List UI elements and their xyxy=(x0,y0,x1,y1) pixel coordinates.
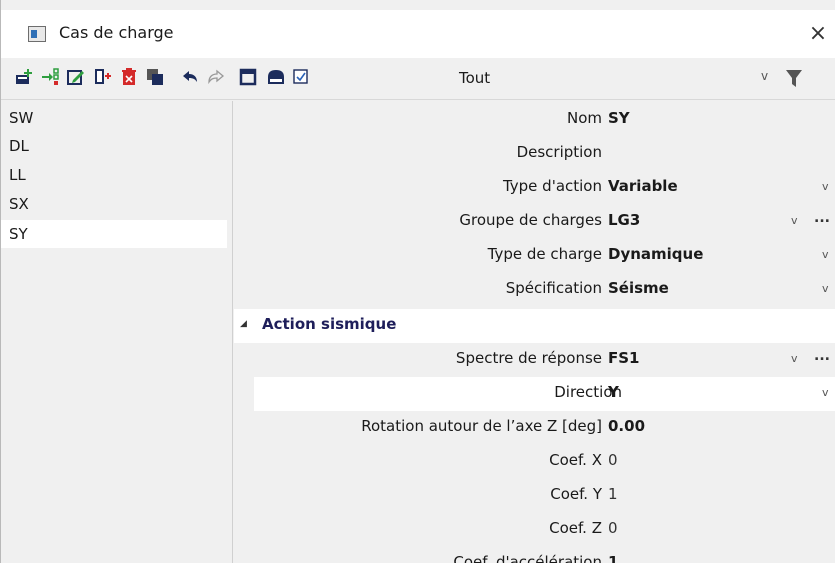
duplicate-icon[interactable] xyxy=(146,68,164,86)
nom-label: Nom xyxy=(566,109,602,127)
type-action-label: Type d'action xyxy=(502,177,602,195)
delete-icon[interactable] xyxy=(120,68,138,86)
load-case-item-ll[interactable]: LL xyxy=(1,161,227,189)
spectre-value[interactable]: FS1 xyxy=(608,349,640,367)
load-case-item-sy[interactable]: SY xyxy=(1,220,227,248)
property-row-coef-acceleration: Coef. d'accélération 1 xyxy=(234,547,835,563)
type-charge-value[interactable]: Dynamique xyxy=(608,245,703,263)
spectre-label: Spectre de réponse xyxy=(455,349,602,367)
type-charge-label: Type de charge xyxy=(487,245,602,263)
rotation-label: Rotation autour de l’axe Z [deg] xyxy=(361,417,602,435)
title-bar: Cas de charge × xyxy=(1,10,835,58)
property-row-type-charge: Type de charge Dynamique v xyxy=(234,239,835,273)
edit-icon[interactable] xyxy=(67,68,85,86)
coef-y-label: Coef. Y xyxy=(550,485,602,503)
direction-value[interactable]: Y xyxy=(608,383,619,401)
specification-label: Spécification xyxy=(505,279,602,297)
coef-z-value[interactable]: 0 xyxy=(608,519,618,537)
property-row-coef-z: Coef. Z 0 xyxy=(234,513,835,547)
chevron-down-icon[interactable]: v xyxy=(822,386,829,399)
close-button[interactable]: × xyxy=(800,16,835,52)
toolbar: Tout v xyxy=(1,58,835,100)
load-case-item-dl[interactable]: DL xyxy=(1,132,227,160)
type-action-value[interactable]: Variable xyxy=(608,177,678,195)
filter-icon[interactable] xyxy=(786,70,802,87)
chevron-down-icon[interactable]: v xyxy=(822,248,829,261)
copy-to-icon[interactable] xyxy=(94,68,112,86)
groupe-label: Groupe de charges xyxy=(459,211,602,229)
groupe-value[interactable]: LG3 xyxy=(608,211,640,229)
save-icon[interactable] xyxy=(267,68,285,86)
rotation-value[interactable]: 0.00 xyxy=(608,417,645,435)
coef-acceleration-value[interactable]: 1 xyxy=(608,553,618,563)
ellipsis-button[interactable]: ... xyxy=(814,210,830,226)
undo-icon[interactable] xyxy=(181,68,199,86)
window-title: Cas de charge xyxy=(59,23,174,42)
property-row-type-action: Type d'action Variable v xyxy=(234,171,835,205)
chevron-down-icon[interactable]: v xyxy=(791,352,798,365)
table-icon[interactable] xyxy=(239,68,257,86)
section-title: Action sismique xyxy=(262,315,397,333)
coef-x-value[interactable]: 0 xyxy=(608,451,618,469)
property-row-groupe: Groupe de charges LG3 v ... xyxy=(234,205,835,239)
window-app-icon xyxy=(28,26,46,42)
chevron-down-icon[interactable]: v xyxy=(761,69,768,83)
chevron-down-icon[interactable]: v xyxy=(822,180,829,193)
new-load-case-icon[interactable] xyxy=(15,68,33,86)
property-grid: Nom SY Description Type d'action Variabl… xyxy=(234,101,835,563)
checkbox-icon[interactable] xyxy=(292,68,310,86)
property-row-direction: Direction Y v xyxy=(254,377,835,411)
property-row-nom: Nom SY xyxy=(234,103,835,137)
property-row-specification: Spécification Séisme v xyxy=(234,273,835,307)
load-case-item-sw[interactable]: SW xyxy=(1,104,227,132)
property-row-rotation: Rotation autour de l’axe Z [deg] 0.00 xyxy=(234,411,835,445)
property-row-description: Description xyxy=(234,137,835,171)
coef-z-label: Coef. Z xyxy=(549,519,602,537)
coef-x-label: Coef. X xyxy=(549,451,602,469)
specification-value[interactable]: Séisme xyxy=(608,279,669,297)
description-label: Description xyxy=(516,143,602,161)
property-row-coef-x: Coef. X 0 xyxy=(234,445,835,479)
load-case-item-sx[interactable]: SX xyxy=(1,190,227,218)
property-row-coef-y: Coef. Y 1 xyxy=(234,479,835,513)
property-row-spectre: Spectre de réponse FS1 v ... xyxy=(234,343,835,377)
section-seismic-action[interactable]: ◢ Action sismique xyxy=(234,309,835,343)
filter-select-label[interactable]: Tout xyxy=(459,69,490,87)
ellipsis-button[interactable]: ... xyxy=(814,348,830,364)
load-cases-window: Cas de charge × Tout v SW DL LL SX SY No… xyxy=(0,0,835,563)
coef-y-value[interactable]: 1 xyxy=(608,485,618,503)
chevron-down-icon[interactable]: v xyxy=(822,282,829,295)
load-case-list: SW DL LL SX SY xyxy=(1,101,233,563)
redo-icon[interactable] xyxy=(207,68,225,86)
coef-acceleration-label: Coef. d'accélération xyxy=(453,553,602,563)
insert-row-icon[interactable] xyxy=(41,68,59,86)
chevron-down-icon[interactable]: v xyxy=(791,214,798,227)
nom-value[interactable]: SY xyxy=(608,109,630,127)
collapse-arrow-icon[interactable]: ◢ xyxy=(240,319,247,329)
